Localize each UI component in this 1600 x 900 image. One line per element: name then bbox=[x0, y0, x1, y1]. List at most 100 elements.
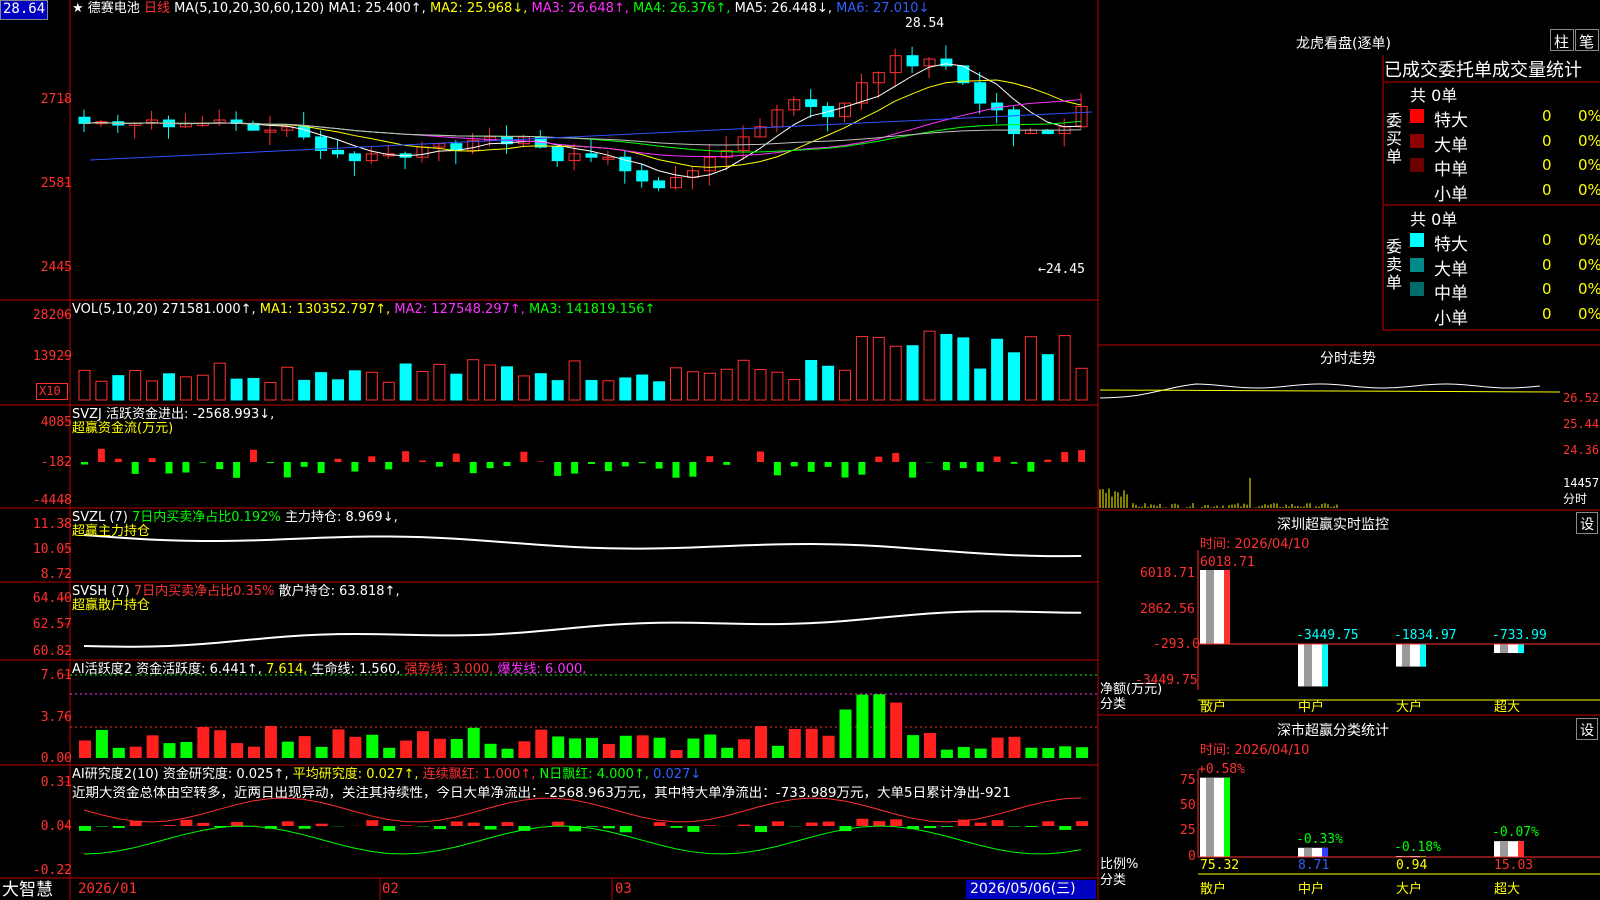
volume-bar bbox=[754, 369, 767, 401]
research-bar bbox=[1008, 826, 1021, 827]
header-segment: 7日内买卖净占比0.192% bbox=[131, 510, 285, 525]
net-amount-bar-edge bbox=[1224, 570, 1230, 644]
net-amount-bar-shade bbox=[1206, 570, 1214, 644]
header-segment: N日飘红: 4.000↑, bbox=[539, 767, 654, 782]
svzl-indicator-header: SVZL (7) 7日内买卖净占比0.192% 主力持仓: 8.969↓, bbox=[72, 510, 398, 525]
activity-bar bbox=[940, 749, 953, 758]
volume-bar bbox=[906, 345, 919, 401]
fund-flow-bar bbox=[97, 448, 105, 462]
ai-research-comment: 近期大资金总体由空转多，近两日出现异动，关注其持续性，今日大单净流出：-2568… bbox=[72, 786, 1011, 801]
volume-bar bbox=[636, 374, 649, 401]
research-bar bbox=[552, 821, 565, 826]
volume-bar bbox=[281, 366, 294, 401]
kline-ytick: 2581 bbox=[40, 176, 72, 191]
research-bar bbox=[602, 826, 615, 829]
research-bar bbox=[366, 820, 379, 826]
volume-bar bbox=[179, 376, 192, 401]
vol-ytick: 28206 bbox=[32, 308, 72, 323]
fund-flow-bar bbox=[402, 451, 410, 462]
activity-bar bbox=[552, 736, 565, 758]
order-stats-title: 已成交委托单成交量统计 bbox=[1384, 60, 1582, 81]
activity-bar bbox=[619, 735, 632, 758]
volume-bar bbox=[653, 381, 666, 401]
volume-bar bbox=[416, 370, 429, 401]
candle-body bbox=[298, 126, 311, 138]
fund-flow-bar bbox=[148, 458, 156, 462]
order-row-value: 0 bbox=[1542, 280, 1552, 298]
volume-bar bbox=[923, 330, 936, 401]
intraday-title: 分时走势 bbox=[1320, 351, 1376, 367]
order-row-percent: 0% bbox=[1578, 280, 1600, 298]
volume-bar bbox=[315, 372, 328, 401]
sz-monitor-settings-button[interactable]: 设 bbox=[1576, 512, 1598, 534]
svzl-subtitle: 超赢主力持仓 bbox=[72, 524, 151, 539]
activity-bar bbox=[231, 743, 244, 758]
volume-bar bbox=[382, 381, 395, 401]
fund-flow-bar bbox=[368, 456, 376, 462]
svzj-indicator-header: SVZJ 活跃资金进出: -2568.993↓, bbox=[72, 407, 274, 422]
header-segment: MA3: 141819.156↑ bbox=[529, 302, 656, 317]
sz-class-settings-button[interactable]: 设 bbox=[1576, 718, 1598, 740]
candle-body bbox=[974, 82, 987, 104]
order-row-value: 0 bbox=[1542, 107, 1552, 125]
svsh-ytick: 62.57 bbox=[32, 617, 72, 632]
activity-bar bbox=[264, 725, 277, 758]
svsh-subtitle: 超赢散户持仓 bbox=[72, 598, 151, 613]
research-bar bbox=[738, 824, 751, 826]
fund-flow-bar bbox=[486, 462, 494, 469]
candle-body bbox=[1041, 129, 1054, 135]
research-line-green bbox=[83, 825, 1082, 855]
volume-bar bbox=[332, 379, 344, 401]
sz-class-ylabel: 比例% bbox=[1100, 857, 1139, 872]
volume-bar bbox=[1041, 354, 1054, 401]
net-amount-value-label: -1834.97 bbox=[1394, 628, 1457, 643]
research-bar bbox=[856, 818, 869, 826]
fund-flow-bar bbox=[959, 462, 967, 469]
volume-bar bbox=[264, 381, 277, 401]
net-amount-bar-shade bbox=[1402, 644, 1410, 667]
tick-mode-label: 笔 bbox=[1579, 33, 1595, 51]
activity-bar bbox=[738, 739, 751, 758]
change-label: -0.07% bbox=[1492, 825, 1539, 841]
volume-bar bbox=[534, 373, 547, 401]
header-segment: MA1: 25.400↑, bbox=[328, 1, 430, 16]
volume-bar bbox=[129, 370, 142, 401]
bar-mode-button[interactable]: 柱 bbox=[1550, 29, 1574, 51]
header-segment: 德赛电池 bbox=[87, 1, 144, 16]
research-bar bbox=[1076, 821, 1089, 826]
research-bar bbox=[400, 825, 413, 826]
tick-mode-button[interactable]: 笔 bbox=[1575, 29, 1599, 51]
order-row-percent: 0% bbox=[1578, 255, 1600, 274]
research-bar bbox=[974, 822, 987, 826]
buy-orders-count: 共 0单 bbox=[1410, 86, 1458, 105]
activity-bar bbox=[298, 736, 311, 758]
order-row-percent: 0% bbox=[1578, 131, 1600, 150]
order-row-value: 0 bbox=[1542, 131, 1552, 150]
volume-bar bbox=[501, 366, 513, 401]
net-amount-value-label: 6018.71 bbox=[1200, 555, 1255, 570]
activity-bar bbox=[349, 736, 362, 758]
order-row-value: 0 bbox=[1542, 304, 1552, 323]
research-bar bbox=[670, 826, 683, 828]
intraday-ytick: 26.52 bbox=[1563, 391, 1600, 405]
fund-flow-bar bbox=[283, 462, 291, 478]
volume-bar bbox=[247, 377, 260, 401]
volume-bar bbox=[974, 368, 987, 401]
volume-bar bbox=[450, 373, 463, 401]
research-bar bbox=[1042, 821, 1055, 826]
volume-bar bbox=[720, 368, 733, 401]
volume-bar bbox=[585, 379, 598, 401]
fund-flow-bar bbox=[621, 462, 629, 467]
research-line-red bbox=[83, 797, 1082, 823]
ratio-value-label: 0.94 bbox=[1396, 858, 1428, 873]
volume-bar bbox=[602, 380, 615, 401]
fund-flow-bar bbox=[638, 462, 646, 464]
fund-flow-bar bbox=[1061, 451, 1069, 462]
settings-label: 设 bbox=[1580, 517, 1594, 533]
sell-orders-vertical-label: 委卖单 bbox=[1386, 237, 1403, 292]
fund-flow-bar bbox=[1078, 450, 1086, 462]
research-bar bbox=[771, 821, 784, 826]
order-row: 中单 0 0% bbox=[1408, 154, 1600, 180]
date-axis-label: 03 bbox=[615, 881, 632, 897]
fund-flow-bar bbox=[233, 462, 241, 478]
